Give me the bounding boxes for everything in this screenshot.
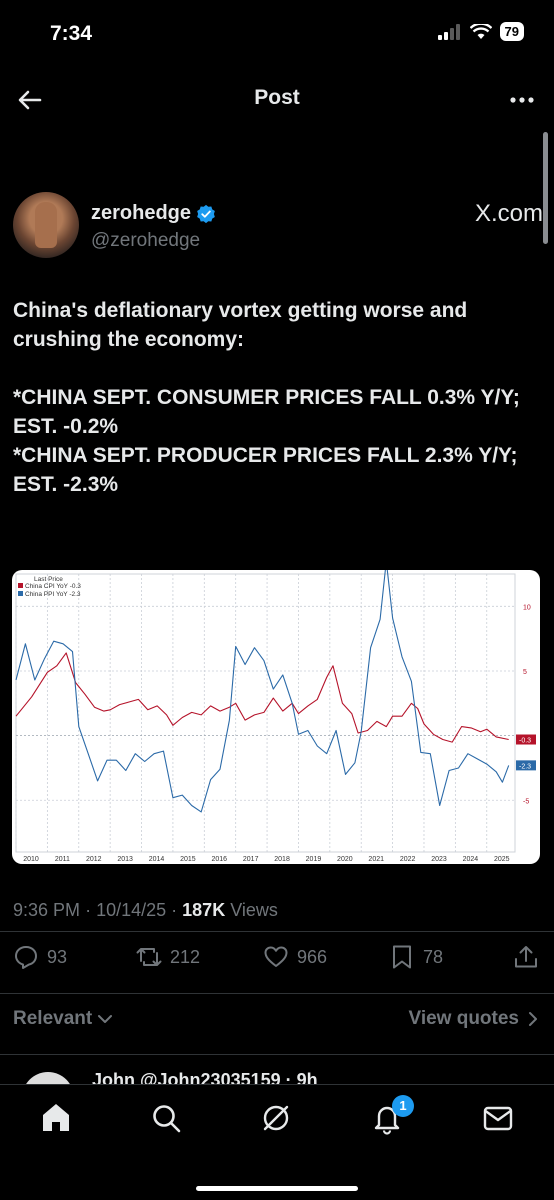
like-count: 966 [297, 946, 328, 967]
post-date: 10/14/25 [96, 900, 167, 920]
post-text-line: *CHINA SEPT. CONSUMER PRICES FALL 0.3% Y… [13, 386, 520, 438]
page-title: Post [254, 86, 300, 109]
reply-count: 93 [47, 946, 68, 967]
reply-item[interactable]: John @John23035159 · 9h [22, 1068, 542, 1084]
author-display-name[interactable]: zerohedge [91, 202, 216, 225]
chevron-right-icon [529, 1012, 537, 1026]
x-tick-label: 2022 [400, 856, 416, 863]
chevron-down-icon [98, 1015, 113, 1023]
post-text-line: China's deflationary vortex getting wors… [13, 299, 468, 351]
post-author: zerohedge @zerohedge X.com [13, 192, 543, 262]
post-actions: 93 212 966 78 [13, 944, 543, 980]
share-icon [515, 946, 537, 968]
reply-author: John @John23035159 · 9h [92, 1070, 318, 1084]
x-tick-label: 2017 [243, 856, 259, 863]
author-name-text: zerohedge [91, 202, 192, 224]
post-text: China's deflationary vortex getting wors… [13, 296, 538, 499]
avatar[interactable] [13, 192, 79, 258]
post-text-line [13, 354, 538, 383]
like-button[interactable]: 966 [263, 944, 327, 970]
legend-entry: China PPI YoY -2.3 [25, 591, 81, 598]
heart-icon [264, 946, 288, 967]
x-tick-label: 2015 [180, 856, 196, 863]
bookmark-button[interactable]: 78 [389, 944, 443, 970]
signal-icon [437, 23, 460, 40]
y-tick-label: -5 [523, 798, 529, 805]
author-handle[interactable]: @zerohedge [91, 230, 200, 252]
source-logo: X.com [474, 200, 543, 227]
legend-swatch [18, 591, 23, 596]
status-time: 7:34 [50, 22, 93, 45]
notification-badge: 1 [392, 1095, 414, 1117]
y-tick-label: 10 [523, 604, 531, 611]
x-tick-label: 2018 [274, 856, 290, 863]
reply-avatar[interactable] [22, 1072, 74, 1084]
x-tick-label: 2020 [337, 856, 353, 863]
post-header: Post [0, 70, 554, 128]
legend-swatch [18, 583, 23, 588]
divider [0, 993, 554, 994]
reply-filter-row: Relevant View quotes [13, 1008, 541, 1036]
series-end-label: -2.3 [519, 763, 531, 770]
post-meta: 9:36 PM · 10/14/25 · 187K Views [13, 900, 278, 921]
legend-entry: China CPI YoY -0.3 [25, 583, 81, 590]
home-indicator [196, 1186, 358, 1191]
post-chart-image[interactable]: 2010 2011 2012 2013 2014 2015 2016 2017 2018 2019… [12, 570, 540, 864]
x-tick-label: 2013 [117, 856, 133, 863]
view-quotes-label: View quotes [408, 1008, 519, 1029]
repost-icon [136, 948, 162, 966]
repost-button[interactable]: 212 [136, 944, 200, 970]
x-tick-label: 2010 [23, 856, 39, 863]
scrollbar-thumb[interactable] [543, 132, 548, 244]
x-tick-label: 2014 [149, 856, 165, 863]
divider [0, 1054, 554, 1055]
reply-sort-label: Relevant [13, 1008, 93, 1029]
grok-icon[interactable] [259, 1101, 293, 1135]
reply-icon [15, 946, 37, 969]
series-end-label: -0.3 [519, 738, 531, 745]
search-icon[interactable] [149, 1101, 183, 1135]
verified-badge-icon [197, 204, 215, 223]
reply-sort-dropdown[interactable]: Relevant [13, 1008, 114, 1030]
x-tick-label: 2012 [86, 856, 102, 863]
meta-separator: · [171, 900, 183, 920]
x-tick-label: 2011 [55, 856, 70, 863]
wifi-icon [469, 23, 492, 39]
x-tick-label: 2021 [368, 856, 384, 863]
x-tick-label: 2023 [431, 856, 447, 863]
more-options-icon[interactable] [506, 84, 538, 116]
avatar-figure [35, 202, 57, 248]
y-tick-label: 5 [523, 669, 527, 676]
bottom-tab-bar: 1 [0, 1084, 554, 1200]
cpi-ppi-chart: 2010 2011 2012 2013 2014 2015 2016 2017 2018 2019… [15, 570, 536, 863]
x-tick-label: 2024 [463, 856, 479, 863]
bookmark-count: 78 [423, 946, 444, 967]
messages-envelope-icon[interactable] [481, 1101, 515, 1135]
status-icons: 79 [437, 22, 524, 41]
plot-area [15, 573, 516, 853]
x-tick-label: 2025 [494, 856, 510, 863]
view-quotes-link[interactable]: View quotes [408, 1008, 541, 1030]
repost-count: 212 [170, 946, 201, 967]
home-icon[interactable] [39, 1101, 73, 1135]
bookmark-icon [393, 945, 411, 969]
share-button[interactable] [513, 944, 539, 970]
x-tick-label: 2016 [212, 856, 228, 863]
x-tick-label: 2019 [306, 856, 322, 863]
status-bar: 7:34 79 [0, 0, 554, 70]
post-time: 9:36 PM [13, 900, 81, 920]
divider [0, 931, 554, 932]
meta-separator: · [85, 900, 97, 920]
post-text-line: *CHINA SEPT. PRODUCER PRICES FALL 2.3% Y… [13, 444, 518, 496]
views-count: 187K [182, 900, 226, 920]
views-label: Views [230, 900, 278, 920]
legend-title: Last Price [34, 576, 63, 583]
battery-indicator: 79 [499, 22, 524, 41]
reply-button[interactable]: 93 [13, 944, 67, 970]
